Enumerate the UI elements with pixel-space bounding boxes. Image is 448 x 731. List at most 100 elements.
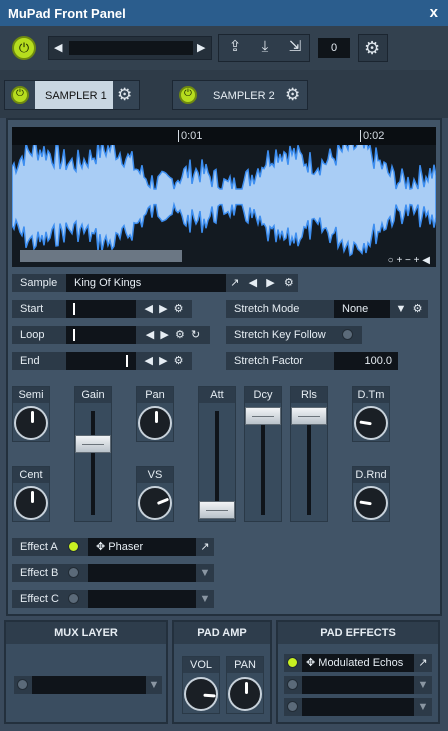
mux-layer-toggle[interactable] (14, 676, 32, 694)
dcy-slider-handle[interactable] (245, 407, 281, 425)
vol-knob[interactable] (184, 677, 218, 711)
dtm-knob[interactable] (354, 406, 388, 440)
preset-next-button[interactable]: ▶ (197, 41, 205, 54)
open-pad-effect-icon[interactable]: ↗ (414, 654, 432, 672)
stretch-factor-field[interactable]: 100.0 (334, 352, 398, 370)
gain-slider-handle[interactable] (75, 435, 111, 454)
effect-c-label: Effect C (20, 593, 59, 605)
att-module: Att (198, 386, 236, 522)
cent-knob[interactable] (14, 486, 48, 520)
gear-icon[interactable]: ⚙ (174, 355, 184, 367)
pad-pan-knob[interactable] (228, 677, 262, 711)
stretch-mode-select[interactable]: None (334, 300, 390, 318)
mux-layer-title: MUX LAYER (6, 622, 166, 644)
gain-module: Gain (74, 386, 112, 522)
end-controls: ◀ ▶ ⚙ (136, 352, 192, 370)
att-slider-track[interactable] (215, 411, 219, 515)
end-field[interactable] (66, 352, 136, 370)
zoom-controls[interactable]: ○ + − + ◀ (388, 255, 430, 266)
sampler-tabs: SAMPLER 1 ⚙ SAMPLER 2 ⚙ (0, 70, 448, 118)
preset-prev-button[interactable]: ◀ (54, 41, 62, 54)
tab-sampler-1[interactable]: SAMPLER 1 ⚙ (4, 80, 140, 110)
start-field[interactable] (66, 300, 136, 318)
effect-c-select[interactable] (88, 590, 196, 608)
start-next-button[interactable]: ▶ (159, 303, 167, 315)
stretch-mode-controls: ▼ ⚙ (390, 300, 428, 318)
stretch-key-follow-toggle[interactable] (334, 326, 362, 344)
start-prev-button[interactable]: ◀ (144, 303, 152, 315)
save-icon[interactable]: ⤓ (253, 39, 277, 54)
waveform-graph (12, 145, 436, 262)
drnd-knob[interactable] (354, 486, 388, 520)
effect-b-led[interactable] (68, 567, 79, 578)
chevron-down-icon[interactable]: ▼ (196, 564, 214, 582)
import-icon[interactable]: ⇪ (223, 39, 247, 54)
close-button[interactable]: x (430, 4, 438, 21)
open-effect-a-icon[interactable]: ↗ (196, 538, 214, 556)
start-controls: ◀ ▶ ⚙ (136, 300, 192, 318)
dcy-slider-track[interactable] (261, 411, 265, 515)
loop-field[interactable] (66, 326, 136, 344)
att-label: Att (199, 387, 235, 403)
effect-a-select[interactable]: ✥ Phaser (88, 538, 196, 556)
gear-icon[interactable]: ⚙ (284, 277, 294, 289)
chevron-down-icon[interactable]: ▼ (414, 676, 432, 694)
export-icon[interactable]: ⇲ (283, 39, 307, 54)
sample-name-field[interactable]: King Of Kings (66, 274, 226, 292)
tab-sampler-2[interactable]: SAMPLER 2 ⚙ (172, 80, 308, 110)
rls-slider-track[interactable] (307, 411, 311, 515)
loop-toggle-icon[interactable]: ↻ (191, 329, 200, 341)
pad-effect-1-toggle[interactable] (284, 654, 302, 672)
end-prev-button[interactable]: ◀ (144, 355, 152, 367)
effect-c-led[interactable] (68, 593, 79, 604)
pad-effect-1-select[interactable]: ✥ Modulated Echos (302, 654, 414, 672)
prev-sample-button[interactable]: ◀ (249, 277, 257, 289)
effect-b-select[interactable] (88, 564, 196, 582)
gear-icon[interactable]: ⚙ (174, 303, 184, 315)
chevron-down-icon[interactable]: ▼ (396, 303, 407, 315)
sample-controls: ↗ ◀ ▶ ⚙ (226, 274, 298, 292)
effect-a-row: Effect A (12, 538, 88, 556)
loop-next-button[interactable]: ▶ (160, 329, 168, 341)
pan-knob[interactable] (138, 406, 172, 440)
gear-icon[interactable]: ⚙ (285, 86, 300, 103)
pad-effect-2-select[interactable] (302, 676, 414, 694)
gear-icon[interactable]: ⚙ (117, 86, 132, 103)
vs-knob[interactable] (138, 486, 172, 520)
ruler-label: 0:02 (360, 130, 384, 142)
pad-effects-panel: PAD EFFECTS ✥ Modulated Echos ↗ ▼ ▼ (276, 620, 440, 724)
settings-button[interactable]: ⚙ (358, 34, 388, 62)
sampler-2-power-button[interactable] (179, 86, 197, 104)
preset-selector[interactable]: ◀ ▶ (48, 36, 212, 60)
sampler-1-power-button[interactable] (11, 86, 29, 104)
effect-a-led[interactable] (68, 541, 79, 552)
open-sample-icon[interactable]: ↗ (230, 277, 239, 289)
rls-label: Rls (291, 387, 327, 403)
att-slider-handle[interactable] (199, 501, 235, 519)
loop-label: Loop (12, 326, 66, 344)
mux-layer-select[interactable] (32, 676, 146, 694)
semi-knob[interactable] (14, 406, 48, 440)
rls-slider-handle[interactable] (291, 407, 327, 425)
preset-name-field[interactable] (69, 41, 193, 55)
pad-effect-2-toggle[interactable] (284, 676, 302, 694)
gain-slider-track[interactable] (91, 411, 95, 515)
pad-effect-3-toggle[interactable] (284, 698, 302, 716)
gear-icon[interactable]: ⚙ (175, 329, 185, 341)
gear-icon[interactable]: ⚙ (413, 303, 423, 315)
chevron-down-icon[interactable]: ▼ (146, 676, 162, 694)
drnd-module: D.Rnd (352, 466, 390, 522)
waveform-scrollbar[interactable] (20, 250, 182, 262)
semi-module: Semi (12, 386, 50, 442)
time-ruler: 0:01 0:02 (12, 127, 436, 145)
end-next-button[interactable]: ▶ (159, 355, 167, 367)
dcy-label: Dcy (245, 387, 281, 403)
chevron-down-icon[interactable]: ▼ (414, 698, 432, 716)
loop-prev-button[interactable]: ◀ (146, 329, 154, 341)
waveform-display[interactable]: 0:01 0:02 ○ + − + ◀ (12, 127, 436, 267)
cent-module: Cent (12, 466, 50, 522)
chevron-down-icon[interactable]: ▼ (196, 590, 214, 608)
next-sample-button[interactable]: ▶ (266, 277, 274, 289)
master-power-button[interactable] (12, 36, 36, 60)
pad-effect-3-select[interactable] (302, 698, 414, 716)
